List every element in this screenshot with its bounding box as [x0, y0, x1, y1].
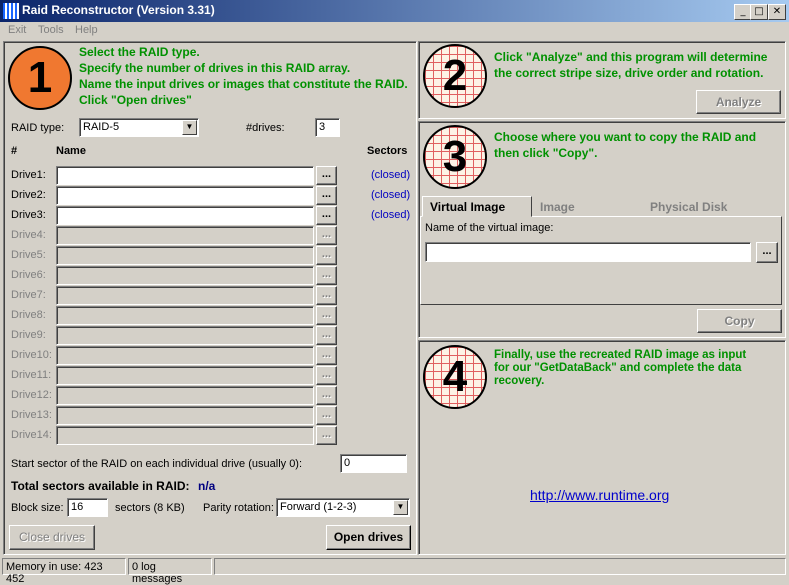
drive-name-input: [56, 266, 314, 285]
column-num-header: #: [11, 145, 18, 157]
browse-drive-button[interactable]: ...: [316, 166, 337, 185]
drive-name-input[interactable]: [56, 166, 314, 185]
menu-bar: Exit Tools Help: [0, 22, 789, 40]
drives-count-input[interactable]: 3: [315, 118, 340, 137]
step3-instructions: Choose where you want to copy the RAID a…: [494, 130, 757, 160]
block-size-unit: sectors (8 KB): [115, 502, 185, 514]
drive-status: (closed): [371, 209, 411, 221]
browse-drive-button[interactable]: ...: [316, 326, 337, 345]
drive-label: Drive2:: [11, 189, 46, 201]
virtual-image-name-input[interactable]: [425, 242, 751, 262]
drive-name-input: [56, 226, 314, 245]
browse-drive-button[interactable]: ...: [316, 286, 337, 305]
runtime-link[interactable]: http://www.runtime.org: [530, 487, 669, 503]
browse-drive-button[interactable]: ...: [316, 426, 337, 445]
block-size-input[interactable]: 16: [67, 498, 108, 517]
step1-number-icon: 1: [8, 46, 72, 110]
menu-exit[interactable]: Exit: [8, 24, 26, 36]
total-sectors-label: Total sectors available in RAID:: [11, 479, 190, 493]
browse-drive-button[interactable]: ...: [316, 266, 337, 285]
browse-drive-button[interactable]: ...: [316, 186, 337, 205]
open-drives-button[interactable]: Open drives: [326, 525, 411, 550]
copy-button[interactable]: Copy: [697, 309, 782, 333]
drive-label: Drive14:: [11, 429, 52, 441]
drive-label: Drive10:: [11, 349, 52, 361]
drive-label: Drive3:: [11, 209, 46, 221]
start-sector-label: Start sector of the RAID on each individ…: [11, 458, 303, 470]
browse-drive-button[interactable]: ...: [316, 386, 337, 405]
step4-instructions: Finally, use the recreated RAID image as…: [494, 349, 747, 387]
drive-name-input: [56, 246, 314, 265]
virtual-image-name-label: Name of the virtual image:: [425, 222, 554, 234]
raid-type-label: RAID type:: [11, 122, 65, 134]
browse-drive-button[interactable]: ...: [316, 246, 337, 265]
tab-virtual-image[interactable]: Virtual Image: [422, 196, 532, 217]
status-empty: [214, 558, 786, 575]
drive-name-input: [56, 406, 314, 425]
drive-label: Drive13:: [11, 409, 52, 421]
close-drives-button[interactable]: Close drives: [9, 525, 95, 550]
drive-status: (closed): [371, 169, 411, 181]
browse-drive-button[interactable]: ...: [316, 206, 337, 225]
browse-drive-button[interactable]: ...: [316, 346, 337, 365]
drive-name-input: [56, 386, 314, 405]
parity-rotation-label: Parity rotation:: [203, 502, 274, 514]
parity-rotation-select[interactable]: Forward (1-2-3) ▼: [276, 498, 410, 517]
browse-virtual-image-button[interactable]: ...: [756, 242, 778, 263]
window-title: Raid Reconstructor (Version 3.31): [22, 3, 215, 17]
menu-help[interactable]: Help: [75, 24, 98, 36]
close-button[interactable]: ✕: [768, 4, 786, 20]
drive-label: Drive12:: [11, 389, 52, 401]
drives-count-label: #drives:: [246, 122, 285, 134]
drive-name-input: [56, 326, 314, 345]
drive-name-input[interactable]: [56, 206, 314, 225]
drive-name-input[interactable]: [56, 186, 314, 205]
step4-number-icon: 4: [423, 345, 487, 409]
title-bar: Raid Reconstructor (Version 3.31) _ □ ✕: [0, 0, 789, 22]
drive-label: Drive8:: [11, 309, 46, 321]
browse-drive-button[interactable]: ...: [316, 366, 337, 385]
status-memory: Memory in use: 423 452: [2, 558, 126, 585]
chevron-down-icon: ▼: [182, 120, 197, 135]
chevron-down-icon: ▼: [393, 500, 408, 515]
maximize-button[interactable]: □: [750, 4, 768, 20]
status-log: 0 log messages: [128, 558, 212, 585]
drive-name-input: [56, 426, 314, 445]
tab-image[interactable]: Image: [540, 200, 575, 218]
step2-number-icon: 2: [423, 44, 487, 108]
drive-label: Drive4:: [11, 229, 46, 241]
drive-label: Drive11:: [11, 369, 52, 381]
drive-label: Drive1:: [11, 169, 46, 181]
drive-name-input: [56, 286, 314, 305]
drive-status: (closed): [371, 189, 411, 201]
drive-label: Drive5:: [11, 249, 46, 261]
drive-label: Drive6:: [11, 269, 46, 281]
drive-label: Drive9:: [11, 329, 46, 341]
start-sector-input[interactable]: 0: [340, 454, 407, 473]
drive-name-input: [56, 306, 314, 325]
step1-instructions: Select the RAID type. Specify the number…: [79, 45, 408, 107]
column-sectors-header: Sectors: [367, 145, 408, 157]
step2-instructions: Click "Analyze" and this program will de…: [494, 50, 768, 80]
drive-label: Drive7:: [11, 289, 46, 301]
analyze-button[interactable]: Analyze: [696, 90, 781, 114]
browse-drive-button[interactable]: ...: [316, 226, 337, 245]
browse-drive-button[interactable]: ...: [316, 306, 337, 325]
tab-physical-disk[interactable]: Physical Disk: [650, 200, 727, 218]
raid-type-select[interactable]: RAID-5 ▼: [79, 118, 199, 137]
step3-number-icon: 3: [423, 125, 487, 189]
block-size-label: Block size:: [11, 502, 64, 514]
column-name-header: Name: [56, 145, 86, 157]
browse-drive-button[interactable]: ...: [316, 406, 337, 425]
menu-tools[interactable]: Tools: [38, 24, 64, 36]
drive-name-input: [56, 366, 314, 385]
drive-name-input: [56, 346, 314, 365]
app-icon: [3, 3, 19, 19]
total-sectors-value: n/a: [198, 479, 216, 493]
